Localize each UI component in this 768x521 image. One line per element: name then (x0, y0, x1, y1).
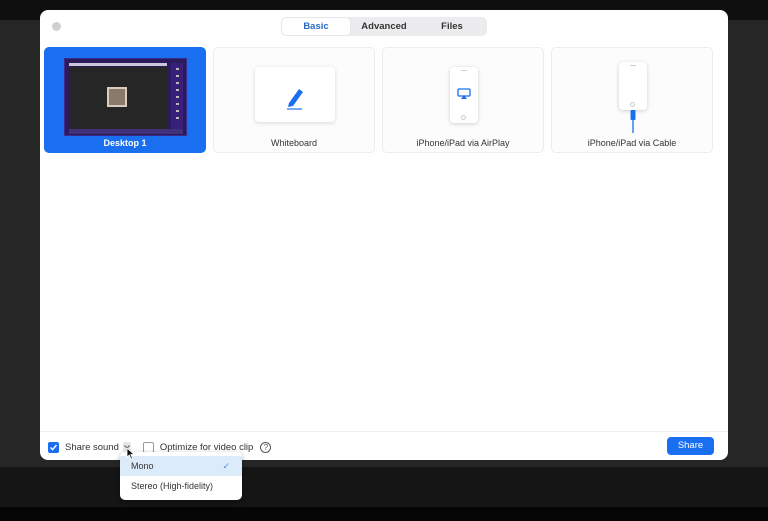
share-options-grid: Desktop 1 Whiteboard iPhone/iPad via Air (44, 47, 713, 153)
share-option-label: iPhone/iPad via AirPlay (416, 138, 510, 148)
checkmark-icon: ✓ (222, 461, 230, 471)
menu-item-label: Mono (131, 461, 154, 471)
background-bottom (0, 507, 768, 521)
share-option-label: Whiteboard (270, 138, 318, 148)
footer-divider (40, 431, 728, 432)
share-sound-menu: Mono ✓ Stereo (High-fidelity) (120, 452, 242, 500)
share-option-label: iPhone/iPad via Cable (587, 138, 677, 148)
menu-item-stereo[interactable]: Stereo (High-fidelity) (120, 476, 242, 496)
tab-files[interactable]: Files (418, 18, 486, 35)
share-sound-label: Share sound (65, 441, 119, 453)
share-screen-dialog: Basic Advanced Files Desktop 1 Whiteboar… (40, 10, 728, 460)
share-option-label: Desktop 1 (103, 138, 147, 148)
help-icon[interactable]: ? (260, 441, 272, 453)
share-button[interactable]: Share (667, 437, 714, 455)
share-option-desktop-1[interactable]: Desktop 1 (44, 47, 206, 153)
phone-illustration (619, 62, 647, 110)
optimize-video-label: Optimize for video clip (159, 441, 254, 453)
mouse-cursor-icon (126, 447, 135, 460)
whiteboard-preview (255, 67, 335, 122)
share-option-whiteboard[interactable]: Whiteboard (213, 47, 375, 153)
airplay-icon (457, 88, 471, 99)
tab-advanced[interactable]: Advanced (350, 18, 418, 35)
share-option-cable[interactable]: iPhone/iPad via Cable (551, 47, 713, 153)
optimize-video-checkbox[interactable] (142, 441, 154, 453)
pencil-icon (287, 89, 303, 110)
background-band (0, 467, 768, 507)
share-option-airplay[interactable]: iPhone/iPad via AirPlay (382, 47, 544, 153)
cable-icon (630, 110, 636, 133)
menu-item-label: Stereo (High-fidelity) (131, 481, 214, 491)
menu-item-mono[interactable]: Mono ✓ (120, 456, 242, 476)
desktop-thumbnail (64, 58, 187, 136)
checkmark-icon (50, 444, 58, 451)
phone-illustration (450, 67, 478, 123)
share-sound-checkbox[interactable] (48, 441, 59, 453)
tab-basic[interactable]: Basic (282, 18, 350, 35)
video-tile (107, 87, 127, 107)
window-close-button[interactable] (52, 22, 61, 31)
tab-bar: Basic Advanced Files (281, 17, 487, 36)
